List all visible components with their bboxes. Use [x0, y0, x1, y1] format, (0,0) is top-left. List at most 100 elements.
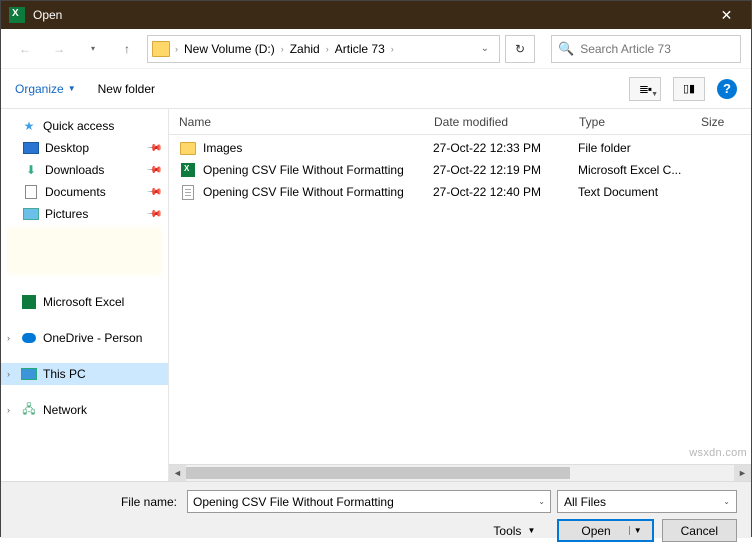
column-size[interactable]: Size: [701, 115, 751, 129]
sidebar-item-label: Microsoft Excel: [43, 295, 124, 309]
file-list: Images 27-Oct-22 12:33 PM File folder Op…: [169, 135, 751, 464]
file-row[interactable]: Opening CSV File Without Formatting 27-O…: [169, 181, 751, 203]
sidebar-item-label: This PC: [43, 367, 86, 381]
breadcrumb-bar[interactable]: › New Volume (D:) › Zahid › Article 73 ›…: [147, 35, 500, 63]
sidebar-downloads[interactable]: ⬇ Downloads 📌: [1, 159, 168, 181]
chevron-down-icon: ▼: [527, 526, 535, 535]
title-bar: Open ✕: [1, 1, 751, 29]
sidebar-item-label: Pictures: [45, 207, 88, 221]
filename-value: Opening CSV File Without Formatting: [193, 495, 394, 509]
search-icon: 🔍: [558, 41, 574, 57]
horizontal-scrollbar[interactable]: ◄ ►: [169, 464, 751, 481]
file-name: Opening CSV File Without Formatting: [203, 163, 433, 177]
file-name: Images: [203, 141, 433, 155]
chevron-right-icon[interactable]: ›: [390, 44, 395, 54]
file-filter-dropdown[interactable]: All Files ⌄: [557, 490, 737, 513]
chevron-down-icon: ⌄: [723, 497, 730, 506]
main-area: ★ Quick access Desktop 📌 ⬇ Downloads 📌 D…: [1, 109, 751, 481]
list-view-icon: ≣▪: [639, 82, 651, 96]
close-button[interactable]: ✕: [704, 1, 749, 29]
excel-file-icon: [179, 162, 197, 178]
file-type: Text Document: [578, 185, 700, 199]
chevron-down-icon[interactable]: ⌄: [538, 497, 545, 506]
file-type: Microsoft Excel C...: [578, 163, 700, 177]
sidebar-item-label: Desktop: [45, 141, 89, 155]
sidebar-documents[interactable]: Documents 📌: [1, 181, 168, 203]
open-button[interactable]: Open ▼: [557, 519, 653, 542]
sidebar-network[interactable]: › 🖧 Network: [1, 399, 168, 421]
address-row: ← → ▾ ↑ › New Volume (D:) › Zahid › Arti…: [1, 29, 751, 69]
onedrive-icon: [21, 330, 37, 346]
scroll-track[interactable]: [186, 465, 734, 481]
column-type[interactable]: Type: [579, 115, 701, 129]
window-title: Open: [33, 8, 704, 22]
sidebar-excel[interactable]: Microsoft Excel: [1, 291, 168, 313]
open-split-dropdown[interactable]: ▼: [629, 526, 646, 535]
sidebar-desktop[interactable]: Desktop 📌: [1, 137, 168, 159]
view-options-button[interactable]: ≣▪ ▼: [629, 77, 661, 101]
scroll-right-icon[interactable]: ►: [734, 465, 751, 481]
sidebar-pictures[interactable]: Pictures 📌: [1, 203, 168, 225]
star-icon: ★: [21, 118, 37, 134]
sidebar-item-label: Quick access: [43, 119, 114, 133]
file-date: 27-Oct-22 12:40 PM: [433, 185, 578, 199]
chevron-right-icon[interactable]: ›: [7, 369, 10, 379]
sidebar-onedrive[interactable]: › OneDrive - Person: [1, 327, 168, 349]
file-row[interactable]: Images 27-Oct-22 12:33 PM File folder: [169, 137, 751, 159]
search-box[interactable]: 🔍: [551, 35, 741, 63]
help-button[interactable]: ?: [717, 79, 737, 99]
file-row[interactable]: Opening CSV File Without Formatting 27-O…: [169, 159, 751, 181]
folder-icon: [179, 140, 197, 156]
pin-icon: 📌: [145, 206, 162, 223]
chevron-right-icon[interactable]: ›: [7, 333, 10, 343]
command-bar: Organize ▼ New folder ≣▪ ▼ ▯▮ ?: [1, 69, 751, 109]
nav-sidebar: ★ Quick access Desktop 📌 ⬇ Downloads 📌 D…: [1, 109, 169, 481]
folder-icon: [152, 41, 170, 57]
sidebar-this-pc[interactable]: › This PC: [1, 363, 168, 385]
new-folder-button[interactable]: New folder: [98, 82, 155, 96]
breadcrumb-dropdown[interactable]: ⌄: [475, 43, 495, 54]
organize-menu[interactable]: Organize ▼: [15, 82, 76, 96]
nav-up-button[interactable]: ↑: [113, 35, 141, 63]
nav-recent-dropdown[interactable]: ▾: [79, 35, 107, 63]
breadcrumb-folder[interactable]: Article 73: [330, 42, 390, 56]
file-name: Opening CSV File Without Formatting: [203, 185, 433, 199]
chevron-down-icon: ▼: [651, 91, 658, 98]
file-date: 27-Oct-22 12:19 PM: [433, 163, 578, 177]
preview-pane-button[interactable]: ▯▮: [673, 77, 705, 101]
watermark-text: wsxdn.com: [689, 447, 747, 459]
sidebar-item-label: Downloads: [45, 163, 104, 177]
column-date[interactable]: Date modified: [434, 115, 579, 129]
scroll-left-icon[interactable]: ◄: [169, 465, 186, 481]
cancel-button[interactable]: Cancel: [662, 519, 737, 542]
excel-app-icon: [9, 7, 25, 23]
documents-icon: [23, 184, 39, 200]
nav-forward-button[interactable]: →: [45, 35, 73, 63]
open-label: Open: [581, 524, 610, 538]
this-pc-icon: [21, 366, 37, 382]
chevron-down-icon: ▼: [68, 84, 76, 93]
refresh-button[interactable]: ↻: [505, 35, 535, 63]
pin-icon: 📌: [145, 162, 162, 179]
filename-label: File name:: [117, 495, 177, 509]
desktop-icon: [23, 140, 39, 156]
organize-label: Organize: [15, 82, 64, 96]
column-name[interactable]: Name: [179, 115, 434, 129]
filename-input[interactable]: Opening CSV File Without Formatting ⌄: [187, 490, 551, 513]
bottom-panel: File name: Opening CSV File Without Form…: [1, 481, 751, 538]
sidebar-quick-access[interactable]: ★ Quick access: [1, 115, 168, 137]
column-headers: Name Date modified Type Size: [169, 109, 751, 135]
scroll-thumb[interactable]: [186, 467, 570, 479]
file-type: File folder: [578, 141, 700, 155]
file-content-area: Name Date modified Type Size Images 27-O…: [169, 109, 751, 481]
search-input[interactable]: [580, 42, 735, 56]
text-file-icon: [179, 184, 197, 200]
tools-menu[interactable]: Tools ▼: [493, 524, 535, 538]
nav-back-button[interactable]: ←: [11, 35, 39, 63]
breadcrumb-volume[interactable]: New Volume (D:): [179, 42, 280, 56]
chevron-right-icon[interactable]: ›: [7, 405, 10, 415]
network-icon: 🖧: [21, 402, 37, 418]
preview-icon: ▯▮: [683, 82, 695, 95]
breadcrumb-user[interactable]: Zahid: [285, 42, 325, 56]
pin-icon: 📌: [145, 140, 162, 157]
